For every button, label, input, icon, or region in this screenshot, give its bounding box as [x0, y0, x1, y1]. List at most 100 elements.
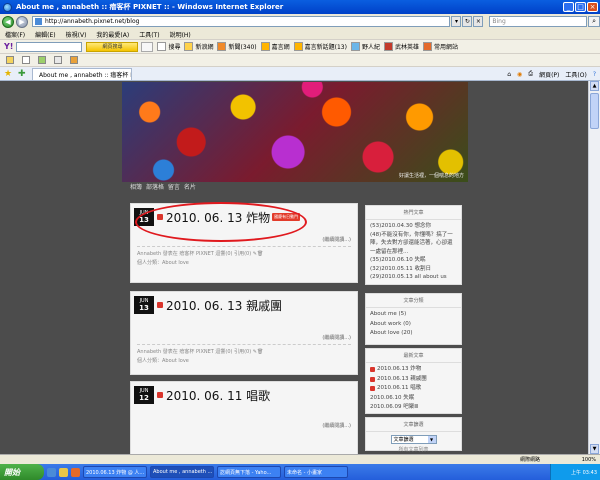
menu-favorites[interactable]: 我的最愛(A) [91, 30, 134, 39]
toolbar-item-sina[interactable]: 新浪網 [184, 42, 213, 51]
all-articles-link[interactable]: 所有文章列表 [366, 446, 461, 453]
read-more-link[interactable]: (繼續閱讀...) [131, 422, 357, 429]
quicklaunch-ie-icon[interactable] [47, 467, 56, 477]
status-bar: 網際網路 100% [0, 454, 600, 464]
category-item[interactable]: About work (0) [370, 320, 457, 330]
vertical-scrollbar[interactable]: ▲ ▼ [588, 81, 600, 454]
page-menu[interactable]: 網頁(P) [539, 70, 559, 79]
latest-post-item[interactable]: 2010.06.10 失眠 [370, 394, 457, 404]
post-type-icon [370, 386, 375, 392]
hot-post-list: (53)2010.04.30 想念你 (48)不能沒有你，你懂嗎？搞了一陣，失去… [366, 220, 461, 284]
delete-icon[interactable]: 🗑 [257, 251, 263, 257]
stop-icon[interactable]: × [473, 16, 484, 27]
hot-post-item[interactable]: (29)2010.05.13 all about us [370, 273, 457, 282]
quicklaunch-desktop-icon[interactable] [59, 467, 68, 477]
nav-card[interactable]: 名片 [184, 184, 196, 191]
latest-post-item[interactable]: 2010.06.13 炸物 [370, 365, 457, 375]
menu-file[interactable]: 檔案(F) [0, 30, 30, 39]
feeds-icon[interactable]: ◉ [517, 71, 522, 78]
post-meta: Annabeth 發表在 瘖客杯 PIXNET 迴響(0) 引用(0) ✎🗑 個… [137, 246, 351, 266]
menu-help[interactable]: 說明(H) [165, 30, 196, 39]
hot-post-item[interactable]: (35)2010.06.10 失眠 [370, 256, 457, 265]
taskbar-item[interactable]: 未命名 - 小畫家 [284, 466, 348, 478]
jiayan-topics-icon [293, 42, 303, 51]
toolbar-b-icon-2[interactable] [22, 56, 32, 64]
print-icon[interactable]: ⎙ [528, 70, 533, 78]
post-category[interactable]: 個人分類：About love [137, 259, 351, 266]
toolbar-item-yeren[interactable]: 野人紀 [350, 42, 380, 51]
tools-menu[interactable]: 工具(O) [565, 70, 586, 79]
start-button[interactable]: 開始 [0, 464, 44, 480]
latest-post-item[interactable]: 2010.06.09 吧聚Ⅲ [370, 403, 457, 413]
taskbar-item[interactable]: About me , annabeth ... [150, 466, 214, 478]
forward-button[interactable]: ▶ [15, 15, 28, 28]
menu-edit[interactable]: 編輯(E) [30, 30, 60, 39]
post-category[interactable]: 個人分類：About love [137, 357, 351, 364]
post-header: JUN 13 2010. 06. 13 親戚團 [131, 292, 357, 314]
address-bar[interactable]: http://annabeth.pixnet.net/blog [31, 16, 451, 27]
address-dropdown-icon[interactable]: ▾ [451, 16, 462, 27]
toolbar-b-icon-1[interactable] [6, 56, 16, 64]
blog-banner-image: 好讓生活裡，一個喘息的地方 [122, 82, 468, 182]
system-tray: 上午 03:43 [550, 464, 600, 480]
close-button[interactable]: × [587, 2, 598, 12]
quicklaunch-media-icon[interactable] [71, 467, 80, 477]
menu-view[interactable]: 檢視(V) [61, 30, 92, 39]
nav-album[interactable]: 相簿 [130, 184, 142, 191]
red-annotation-circle [135, 202, 307, 242]
window-titlebar[interactable]: About me , annabeth :: 瘖客杯 PIXNET :: - W… [0, 0, 600, 14]
search-icon[interactable]: ⌕ [588, 16, 600, 27]
latest-post-item[interactable]: 2010.06.11 唱歌 [370, 384, 457, 394]
menu-tools[interactable]: 工具(T) [134, 30, 164, 39]
minimize-button[interactable]: _ [563, 2, 574, 12]
category-item[interactable]: About love (20) [370, 329, 457, 339]
search-input[interactable]: Bing [489, 16, 588, 27]
scroll-thumb[interactable] [590, 93, 599, 129]
maximize-button[interactable]: □ [575, 2, 586, 12]
post-title[interactable]: 2010. 06. 11 唱歌 [166, 387, 270, 404]
address-row: ◀ ▶ http://annabeth.pixnet.net/blog ▾ ↻ … [0, 14, 600, 29]
article-filter-select[interactable]: 文章篩選 ▼ [390, 435, 437, 444]
delete-icon[interactable]: 🗑 [257, 349, 263, 355]
yahoo-logo[interactable]: Y! [4, 42, 13, 51]
yahoo-search-input[interactable] [16, 41, 83, 52]
scroll-down-icon[interactable]: ▼ [590, 444, 599, 454]
toolbar-b-icon-5[interactable] [70, 56, 80, 64]
scroll-up-icon[interactable]: ▲ [590, 81, 599, 91]
home-icon[interactable]: ⌂ [507, 71, 511, 78]
sidebar-title: 文章分類 [366, 294, 461, 308]
window-title: About me , annabeth :: 瘖客杯 PIXNET :: - W… [16, 3, 284, 11]
nav-guestbook[interactable]: 留言 [168, 184, 180, 191]
toolbar-item-jiayan[interactable]: 嘉言網 [260, 42, 290, 51]
toolbar-b-icon-4[interactable] [54, 56, 64, 64]
back-button[interactable]: ◀ [2, 15, 14, 28]
toolbar-item-common-sites[interactable]: 常用網站 [423, 42, 458, 51]
toolbar-item-jiayan-topics[interactable]: 嘉言新話題(13) [293, 42, 347, 51]
tab-current[interactable]: About me , annabeth :: 瘖客杯 PIXNET :: [32, 67, 132, 80]
web-search-button[interactable]: 網頁搜尋 [86, 41, 139, 52]
nav-blog[interactable]: 部落格 [146, 184, 164, 191]
help-icon[interactable]: ? [593, 71, 596, 78]
hot-post-item[interactable]: (32)2010.05.11 收割日 [370, 265, 457, 274]
toolbar-b-icon-3[interactable] [38, 56, 48, 64]
latest-post-item[interactable]: 2010.06.13 親戚團 [370, 375, 457, 385]
add-favorites-icon[interactable]: ✚ [18, 69, 28, 79]
post-meta: Annabeth 發表在 瘖客杯 PIXNET 迴響(0) 引用(0) ✎🗑 個… [137, 344, 351, 364]
post-title[interactable]: 2010. 06. 13 親戚團 [166, 297, 282, 314]
sina-icon [184, 42, 194, 51]
category-item[interactable]: About me (5) [370, 310, 457, 320]
read-more-link[interactable]: (繼續閱讀...) [131, 334, 357, 341]
refresh-icon[interactable]: ↻ [462, 16, 473, 27]
search-label[interactable]: 搜尋 [157, 42, 180, 51]
toolbar-blank-button[interactable] [141, 41, 154, 52]
clock[interactable]: 上午 03:43 [571, 469, 597, 476]
sidebar-hot-posts: 熱門文章 (53)2010.04.30 想念你 (48)不能沒有你，你懂嗎？搞了… [365, 205, 462, 285]
hot-post-item[interactable]: (48)不能沒有你，你懂嗎？搞了一陣，失去對方卻還能活著，心卻還一處留在那裡… [370, 231, 457, 257]
zoom-level[interactable]: 100% [582, 457, 596, 463]
toolbar-item-news[interactable]: 新聞(340) [217, 42, 257, 51]
toolbar-item-wulin[interactable]: 武林英雄 [383, 42, 419, 51]
taskbar-item[interactable]: 訖網頁無下落 - Yaho... [217, 466, 281, 478]
taskbar-item[interactable]: 2010.06.13 炸物 @ 人... [83, 466, 147, 478]
hot-post-item[interactable]: (53)2010.04.30 想念你 [370, 222, 457, 231]
favorites-star-icon[interactable]: ★ [4, 69, 14, 79]
